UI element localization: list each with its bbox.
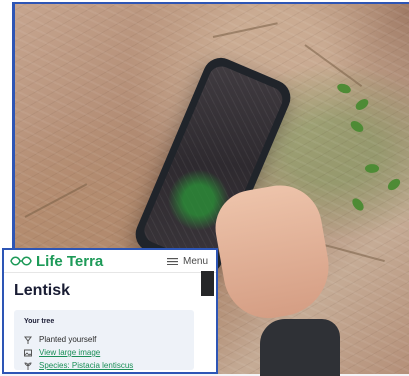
- leaf-1: [335, 81, 353, 96]
- side-tab: [201, 271, 214, 296]
- leaf-2: [353, 97, 371, 112]
- species-link[interactable]: Species: Pistacia lentiscus: [39, 361, 133, 370]
- screenshot-frame: Life Terra Menu Lentisk Your tree Plante…: [0, 0, 409, 376]
- hamburger-icon: [166, 257, 178, 265]
- view-image-row[interactable]: View large image: [24, 348, 100, 357]
- leaf-6: [350, 196, 366, 213]
- tree-info-card: Life Terra Menu Lentisk Your tree Plante…: [2, 248, 218, 374]
- leaf-logo-icon: [10, 256, 32, 266]
- leaf-3: [348, 118, 366, 135]
- tree-icon: [24, 336, 32, 344]
- species-row[interactable]: Species: Pistacia lentiscus: [24, 361, 133, 370]
- planted-label: Planted yourself: [39, 335, 97, 344]
- panel-heading: Your tree: [24, 318, 55, 325]
- planted-info-row: Planted yourself: [24, 335, 96, 344]
- twig-2: [212, 22, 278, 38]
- twig-1: [24, 183, 88, 218]
- plant-icon: [24, 362, 32, 370]
- image-icon: [24, 349, 32, 356]
- menu-button[interactable]: Menu: [166, 255, 208, 267]
- page-title: Lentisk: [14, 282, 71, 299]
- your-tree-panel: Your tree Planted yourself View large im…: [14, 310, 194, 370]
- brand-logo[interactable]: Life Terra: [10, 254, 103, 269]
- brand-name: Life Terra: [36, 252, 104, 270]
- menu-label: Menu: [182, 255, 208, 267]
- jacket-sleeve: [260, 319, 340, 376]
- twig-3: [304, 44, 363, 87]
- hand: [209, 178, 337, 326]
- leaf-5: [385, 177, 403, 192]
- view-large-image-link[interactable]: View large image: [39, 348, 100, 357]
- leaf-4: [364, 162, 380, 175]
- header-bar: Life Terra Menu: [4, 250, 216, 273]
